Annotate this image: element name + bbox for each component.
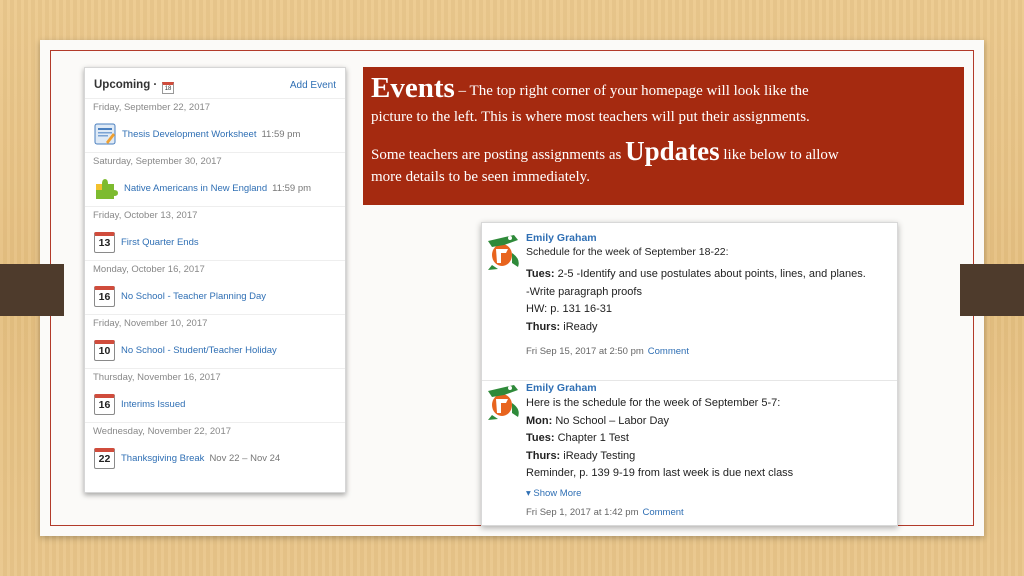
event-title-link[interactable]: No School - Student/Teacher Holiday [121,345,277,356]
line-text: Chapter 1 Test [554,432,629,444]
update-post-body: Emily Graham Here is the schedule for th… [526,381,891,518]
left-side-tab [0,264,64,316]
show-more-link[interactable]: ▾ Show More [526,488,891,499]
day-label: Tues: [526,268,555,280]
post-line: Here is the schedule for the week of Sep… [526,397,781,409]
upcoming-header: Upcoming · 18 Add Event [94,79,336,95]
events-line-3-post: like below to allow [719,147,839,163]
event-date-header: Wednesday, November 22, 2017 [85,422,345,440]
puzzle-icon [96,179,118,199]
upcoming-list: Friday, September 22, 2017 Thesis Develop… [85,98,345,476]
event-item[interactable]: 16 Interims Issued [85,386,345,422]
post-meta: Fri Sep 1, 2017 at 1:42 pm Comment [526,507,891,518]
line-text: iReady Testing [560,449,636,462]
event-item[interactable]: 13 First Quarter Ends [85,224,345,260]
post-line: Thurs: iReady Testing [526,448,891,466]
events-line-3-pre: Some teachers are posting assignments as [371,147,626,163]
add-event-link[interactable]: Add Event [290,80,336,91]
updates-panel: Emily Graham Schedule for the week of Se… [481,222,898,526]
day-label: Mon: [526,414,553,427]
event-time: Nov 22 – Nov 24 [209,452,281,464]
post-author[interactable]: Emily Graham [526,381,891,395]
event-time: 11:59 pm [261,128,301,140]
day-label: Thurs: [526,449,561,462]
events-line-1-text: – The top right corner of your homepage … [454,83,809,99]
day-label: Thurs: [526,320,561,333]
event-date-header: Monday, October 16, 2017 [85,260,345,278]
event-date-header: Thursday, November 16, 2017 [85,368,345,386]
calendar-icon: 16 [94,393,115,415]
post-line: Tues: Chapter 1 Test [526,430,891,448]
event-title-link[interactable]: Interims Issued [121,399,185,410]
post-line: Mon: No School – Labor Day [526,413,891,431]
event-date-header: Saturday, September 30, 2017 [85,152,345,170]
update-post-body: Emily Graham Schedule for the week of Se… [526,231,891,357]
line-text: No School – Labor Day [552,414,670,427]
events-heading: Events [371,72,455,104]
post-author[interactable]: Emily Graham [526,231,891,245]
calendar-icon: 10 [94,339,115,361]
gator-avatar-icon[interactable] [484,381,524,421]
updates-keyword: Updates [625,136,720,166]
update-post: Emily Graham Here is the schedule for th… [482,380,897,518]
post-line: Thurs: iReady [526,319,891,337]
event-title-link[interactable]: Thanksgiving Break [121,453,204,464]
event-date-header: Friday, October 13, 2017 [85,206,345,224]
upcoming-panel: Upcoming · 18 Add Event Friday, Septembe… [84,67,346,493]
post-line: Reminder, p. 139 9-19 from last week is … [526,467,794,479]
post-timestamp: Fri Sep 15, 2017 at 2:50 pm [526,346,644,357]
event-item[interactable]: 22 Thanksgiving Break Nov 22 – Nov 24 [85,440,345,476]
post-subtitle: Schedule for the week of September 18-22… [526,246,729,258]
comment-link[interactable]: Comment [648,346,689,357]
event-item[interactable]: 16 No School - Teacher Planning Day [85,278,345,314]
calendar-icon[interactable]: 18 [162,82,175,94]
event-item[interactable]: 10 No School - Student/Teacher Holiday [85,332,345,368]
calendar-icon: 22 [94,447,115,469]
event-title-link[interactable]: Native Americans in New England [124,183,267,194]
calendar-icon: 13 [94,231,115,253]
post-meta: Fri Sep 15, 2017 at 2:50 pm Comment [526,346,891,357]
events-description-box: Events – The top right corner of your ho… [363,67,964,205]
events-line-2: picture to the left. This is where most … [371,109,810,125]
event-title-link[interactable]: Thesis Development Worksheet [122,129,256,140]
event-date-header: Friday, November 10, 2017 [85,314,345,332]
upcoming-title: Upcoming · [94,79,158,91]
calendar-icon: 16 [94,285,115,307]
post-line: Tues: 2-5 -Identify and use postulates a… [526,266,891,284]
event-item[interactable]: Native Americans in New England 11:59 pm [85,170,345,206]
event-title-link[interactable]: No School - Teacher Planning Day [121,291,266,302]
events-line-3: Some teachers are posting assignments as… [371,134,956,172]
event-item[interactable]: Thesis Development Worksheet 11:59 pm [85,116,345,152]
post-line: HW: p. 131 16-31 [526,303,613,315]
event-date-header: Friday, September 22, 2017 [85,98,345,116]
event-title-link[interactable]: First Quarter Ends [121,237,199,248]
right-side-tab [960,264,1024,316]
comment-link[interactable]: Comment [642,507,683,518]
event-time: 11:59 pm [272,182,312,194]
gator-avatar-icon[interactable] [484,231,524,271]
document-icon [94,123,116,145]
post-line: -Write paragraph proofs [526,285,642,298]
day-label: Tues: [526,432,555,444]
post-timestamp: Fri Sep 1, 2017 at 1:42 pm [526,506,639,518]
line-text: iReady [560,320,598,333]
line-text: 2-5 -Identify and use postulates about p… [554,268,866,280]
events-line-1: Events – The top right corner of your ho… [371,73,956,106]
